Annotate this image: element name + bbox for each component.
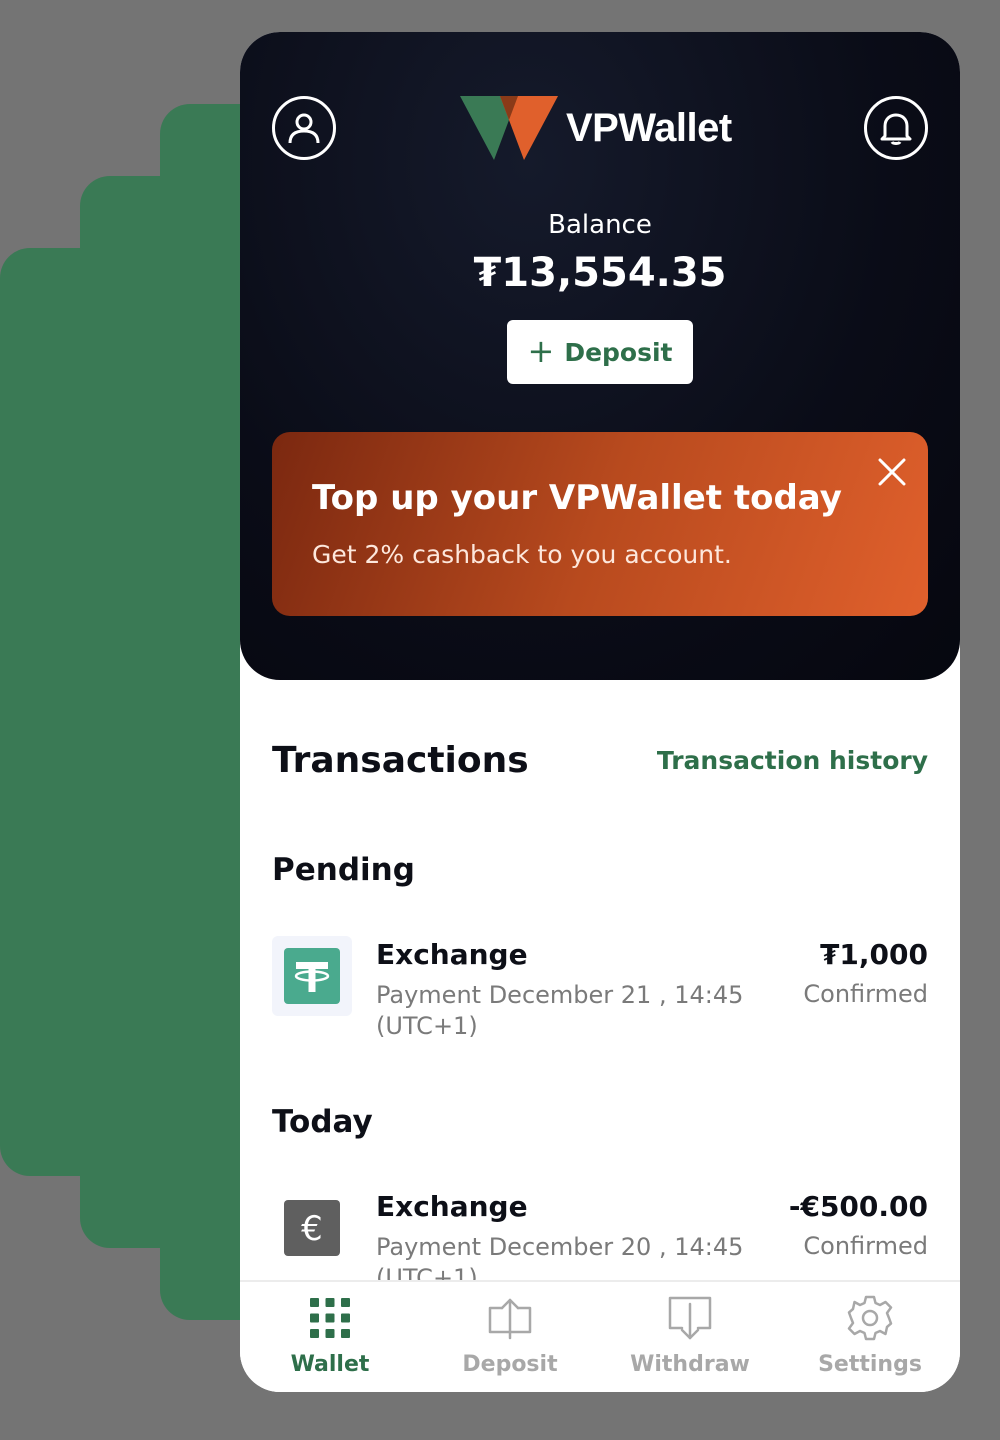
transaction-status: Confirmed (803, 1232, 928, 1260)
phone-screen: VPWallet Balance ₮13,554.35 + Deposit To… (240, 32, 960, 1392)
euro-icon: € (284, 1200, 340, 1256)
tab-withdraw[interactable]: Withdraw (600, 1282, 780, 1392)
tab-label: Wallet (290, 1352, 370, 1377)
transaction-amount: ₮1,000 (819, 938, 928, 971)
transactions-title: Transactions (272, 740, 529, 781)
promo-banner: Top up your VPWallet today Get 2% cashba… (272, 432, 928, 616)
transaction-title: Exchange (376, 1190, 528, 1223)
balance-value: ₮13,554.35 (473, 250, 727, 296)
transaction-title: Exchange (376, 938, 528, 971)
svg-text:€: € (301, 1209, 323, 1249)
transaction-status: Confirmed (803, 980, 928, 1008)
download-icon (668, 1296, 712, 1340)
tab-deposit[interactable]: Deposit (420, 1282, 600, 1392)
gear-icon (847, 1295, 893, 1341)
transaction-history-link[interactable]: Transaction history (657, 746, 928, 775)
tether-icon (284, 948, 340, 1004)
transaction-timezone: (UTC+1) (376, 1012, 478, 1040)
promo-subtitle: Get 2% cashback to you account. (312, 540, 732, 569)
transaction-amount: -€500.00 (788, 1190, 928, 1223)
brand-logo: VPWallet (460, 96, 732, 160)
plus-icon: + (527, 331, 555, 370)
deposit-button-label: Deposit (564, 337, 673, 367)
group-title-pending: Pending (272, 852, 415, 888)
euro-icon-tile: € (272, 1188, 352, 1268)
user-icon (288, 113, 320, 144)
promo-title: Top up your VPWallet today (312, 478, 842, 518)
brand-name: VPWallet (566, 105, 732, 150)
tab-label: Deposit (462, 1352, 558, 1377)
bell-icon (880, 113, 912, 145)
close-icon[interactable] (872, 452, 912, 492)
profile-button[interactable] (272, 96, 336, 160)
balance-label: Balance (548, 210, 652, 240)
tether-icon-tile (272, 936, 352, 1016)
vpwallet-logo-icon (460, 96, 558, 160)
group-title-today: Today (272, 1104, 373, 1140)
transaction-meta: Payment December 21 , 14:45 (UTC+1) (376, 980, 756, 1042)
tab-settings[interactable]: Settings (780, 1282, 960, 1392)
tab-label: Withdraw (630, 1352, 750, 1377)
transaction-date: Payment December 20 , 14:45 (376, 1233, 744, 1261)
notifications-button[interactable] (864, 96, 928, 160)
tab-wallet[interactable]: Wallet (240, 1282, 420, 1392)
deposit-button[interactable]: + Deposit (507, 320, 693, 384)
grid-icon (310, 1298, 350, 1338)
balance-header: VPWallet Balance ₮13,554.35 + Deposit To… (240, 32, 960, 680)
upload-icon (488, 1298, 532, 1340)
transaction-date: Payment December 21 , 14:45 (376, 981, 744, 1009)
tab-label: Settings (818, 1352, 922, 1377)
bottom-tab-bar: Wallet Deposit Withdraw Settings (240, 1280, 960, 1392)
